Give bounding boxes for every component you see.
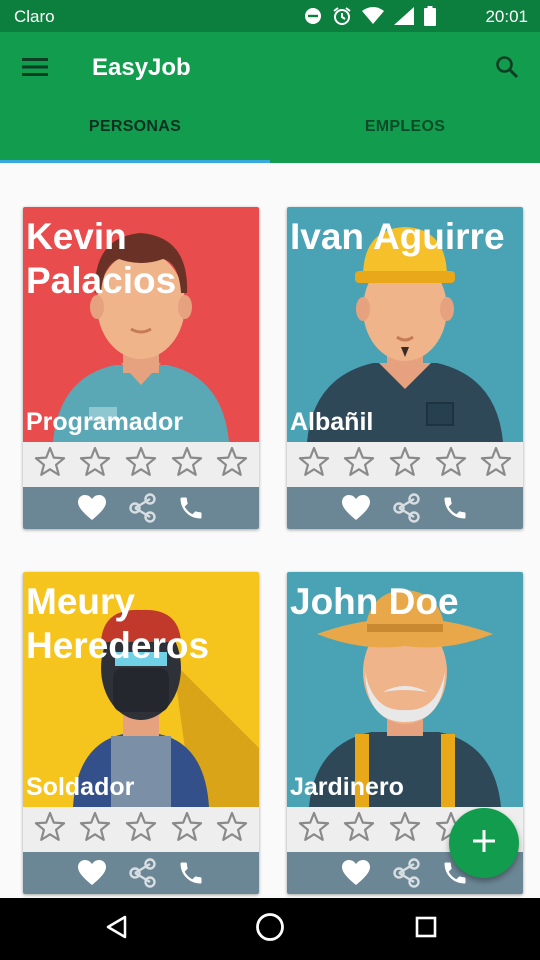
star-icon[interactable] [434, 445, 468, 484]
card-actions [287, 487, 523, 529]
star-icon[interactable] [297, 810, 331, 849]
back-button[interactable] [96, 910, 136, 948]
star-icon[interactable] [124, 445, 158, 484]
heart-icon[interactable] [77, 859, 107, 887]
phone-icon[interactable] [177, 494, 205, 522]
share-icon[interactable] [391, 493, 421, 523]
search-icon [495, 55, 519, 84]
carrier-label: Claro [14, 7, 55, 26]
clock: 20:01 [485, 7, 528, 26]
person-name: Kevin Palacios [26, 216, 177, 301]
home-icon [255, 912, 285, 947]
star-icon[interactable] [170, 445, 204, 484]
rating-bar[interactable] [23, 807, 259, 852]
signal-icon [394, 7, 414, 30]
star-icon[interactable] [215, 810, 249, 849]
star-icon[interactable] [342, 810, 376, 849]
star-icon[interactable] [388, 445, 422, 484]
person-photo: John Doe Jardinero [287, 572, 523, 807]
back-icon [105, 915, 127, 944]
person-job: Soldador [26, 773, 135, 801]
person-card[interactable]: Ivan Aguirre Albañil [287, 207, 523, 529]
phone-icon[interactable] [177, 859, 205, 887]
star-icon[interactable] [479, 445, 513, 484]
star-icon[interactable] [78, 445, 112, 484]
app-bar: EasyJob PERSONAS EMPLEOS [0, 32, 540, 163]
star-icon[interactable] [33, 810, 67, 849]
share-icon[interactable] [391, 858, 421, 888]
heart-icon[interactable] [341, 859, 371, 887]
person-name: John Doe [290, 581, 459, 622]
menu-button[interactable] [14, 48, 56, 90]
wifi-icon [362, 7, 384, 30]
star-icon[interactable] [78, 810, 112, 849]
phone-icon[interactable] [441, 494, 469, 522]
rating-bar[interactable] [287, 442, 523, 487]
people-grid: Kevin Palacios Programador Ivan Aguirre [0, 163, 540, 898]
tab-empleos[interactable]: EMPLEOS [270, 118, 540, 136]
person-photo: Meury Herederos Soldador [23, 572, 259, 807]
do-not-disturb-icon [304, 7, 322, 30]
star-icon[interactable] [124, 810, 158, 849]
star-icon[interactable] [170, 810, 204, 849]
alarm-icon [332, 6, 352, 31]
status-bar: Claro 20:01 [0, 0, 540, 32]
person-job: Programador [26, 408, 183, 436]
star-icon[interactable] [388, 810, 422, 849]
card-actions [23, 487, 259, 529]
add-button[interactable] [449, 808, 519, 878]
status-icons [304, 6, 436, 31]
battery-icon [424, 6, 436, 31]
person-photo: Kevin Palacios Programador [23, 207, 259, 442]
person-photo: Ivan Aguirre Albañil [287, 207, 523, 442]
heart-icon[interactable] [77, 494, 107, 522]
share-icon[interactable] [127, 493, 157, 523]
recents-icon [415, 916, 437, 943]
person-job: Albañil [290, 408, 374, 436]
heart-icon[interactable] [341, 494, 371, 522]
tab-personas[interactable]: PERSONAS [0, 118, 270, 136]
person-card[interactable]: Kevin Palacios Programador [23, 207, 259, 529]
rating-bar[interactable] [23, 442, 259, 487]
person-card[interactable]: Meury Herederos Soldador [23, 572, 259, 894]
person-name: Meury Herederos [26, 581, 210, 666]
star-icon[interactable] [215, 445, 249, 484]
star-icon[interactable] [297, 445, 331, 484]
share-icon[interactable] [127, 858, 157, 888]
plus-icon [473, 829, 495, 857]
star-icon[interactable] [342, 445, 376, 484]
card-actions [23, 852, 259, 894]
app-title: EasyJob [92, 54, 191, 81]
recents-button[interactable] [406, 910, 446, 948]
star-icon[interactable] [33, 445, 67, 484]
search-button[interactable] [486, 48, 528, 90]
menu-icon [22, 57, 48, 82]
person-job: Jardinero [290, 773, 404, 801]
home-button[interactable] [250, 910, 290, 948]
person-name: Ivan Aguirre [290, 216, 505, 257]
system-nav-bar [0, 898, 540, 960]
